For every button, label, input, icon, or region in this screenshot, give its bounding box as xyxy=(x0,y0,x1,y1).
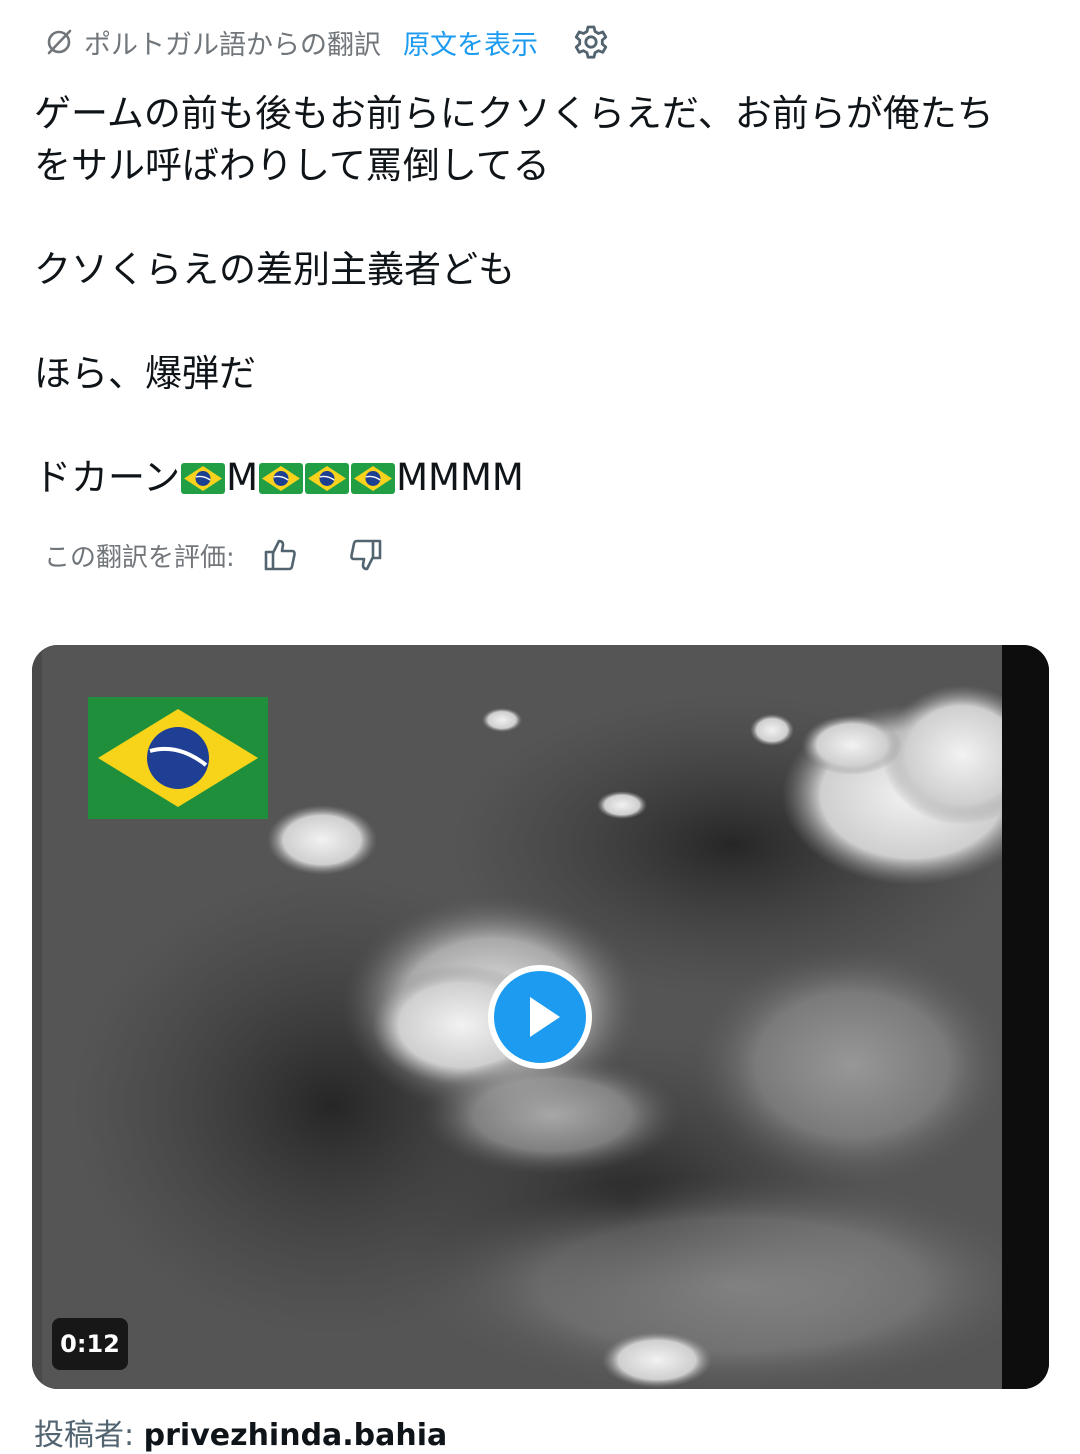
tweet-line-boom: ドカーン M MMMM xyxy=(34,452,1044,504)
thumbs-down-icon[interactable] xyxy=(345,535,385,575)
tweet-text: ゲームの前も後もお前らにクソくらえだ、お前らが俺たち をサル呼ばわりして罵倒して… xyxy=(34,88,1044,504)
tweet-line: ほら、爆弾だ xyxy=(34,352,256,395)
rate-translation-row: この翻訳を評価: xyxy=(44,530,385,580)
mmmm-text: MMMM xyxy=(396,456,524,499)
video-duration-badge: 0:12 xyxy=(52,1318,128,1370)
show-original-link[interactable]: 原文を表示 xyxy=(403,23,538,62)
boom-text: ドカーン xyxy=(34,456,181,499)
brazil-flag-icon xyxy=(88,697,268,819)
poster-name[interactable]: privezhinda.bahia xyxy=(144,1418,448,1453)
play-button[interactable] xyxy=(488,965,592,1069)
translate-slash-icon xyxy=(44,27,74,57)
m-text: M xyxy=(226,456,259,499)
brazil-flag-icon xyxy=(181,463,225,494)
poster-line: 投稿者: privezhinda.bahia xyxy=(34,1410,447,1454)
translation-source-label: ポルトガル語からの翻訳 xyxy=(84,29,381,61)
gear-icon[interactable] xyxy=(572,23,610,61)
poster-label: 投稿者: xyxy=(34,1418,135,1453)
tweet-line: クソくらえの差別主義者ども xyxy=(34,248,515,291)
rate-translation-label: この翻訳を評価: xyxy=(44,542,235,573)
tweet-line: ゲームの前も後もお前らにクソくらえだ、お前らが俺たち xyxy=(34,92,994,135)
brazil-flag-icon xyxy=(305,463,349,494)
brazil-flag-icon xyxy=(351,463,395,494)
brazil-flag-icon xyxy=(259,463,303,494)
play-icon xyxy=(530,997,560,1037)
thumbs-up-icon[interactable] xyxy=(261,535,301,575)
translation-bar: ポルトガル語からの翻訳 原文を表示 xyxy=(44,22,610,62)
tweet-line: をサル呼ばわりして罵倒してる xyxy=(34,144,550,187)
